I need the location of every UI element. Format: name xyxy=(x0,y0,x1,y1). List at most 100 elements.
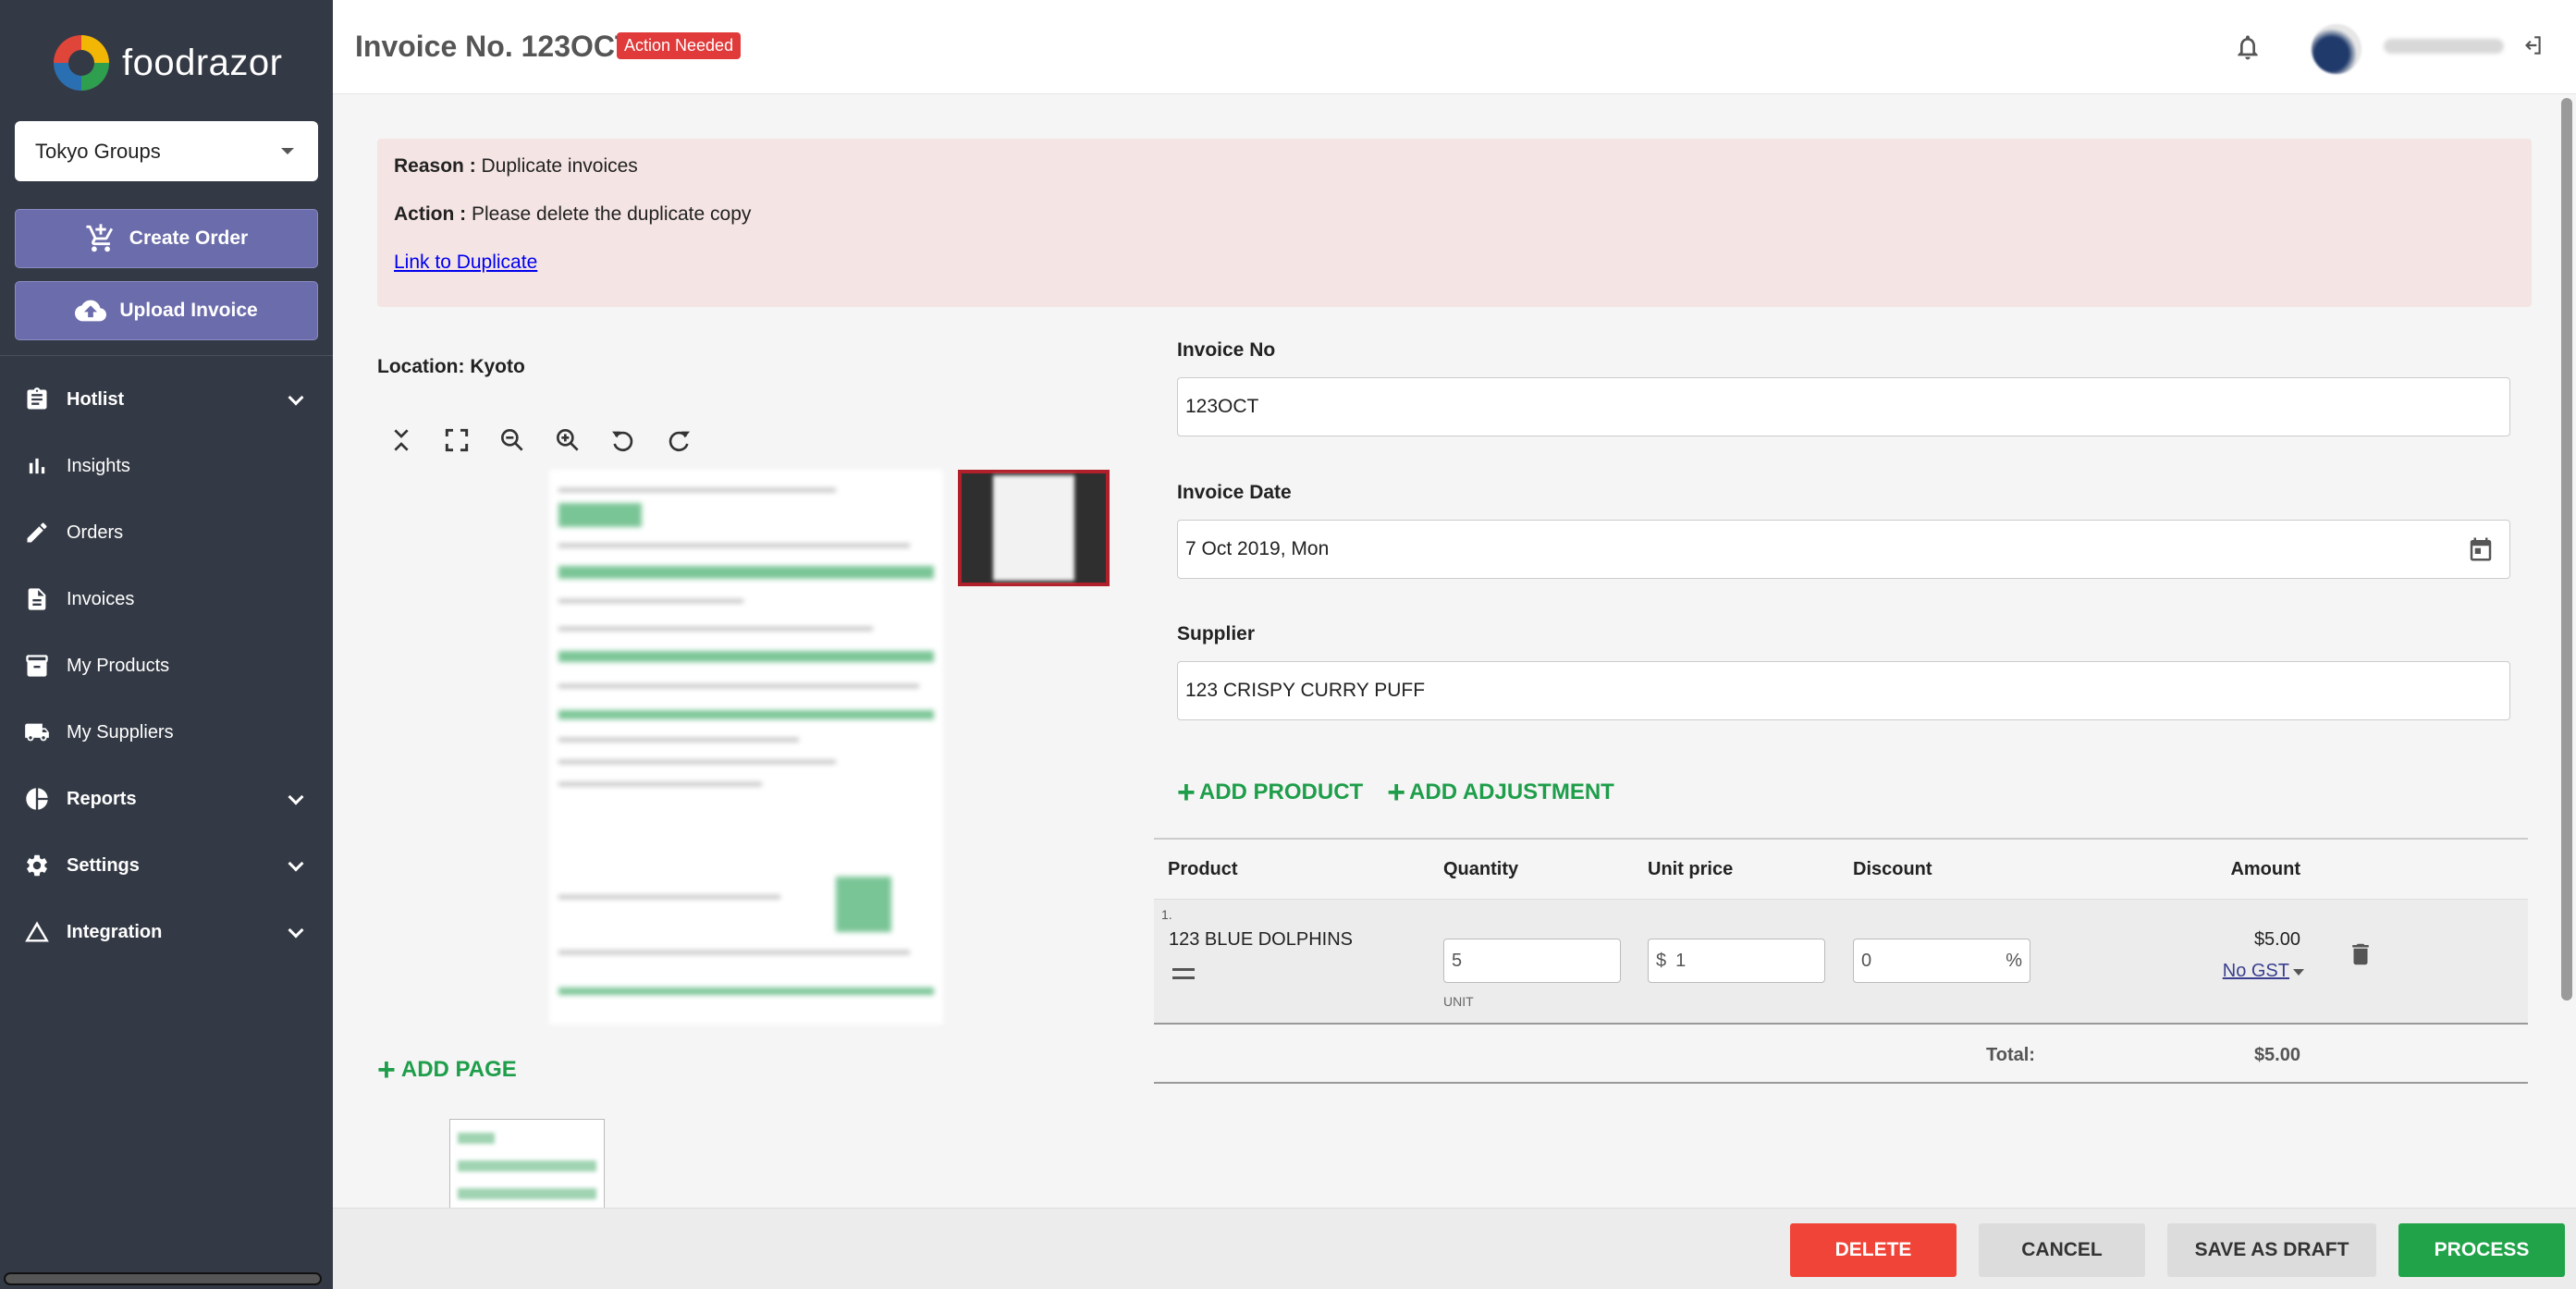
preview-block xyxy=(558,566,934,579)
main-vertical-scrollbar[interactable] xyxy=(2561,98,2572,1001)
calendar-icon[interactable] xyxy=(2467,535,2495,563)
sidebar-horizontal-scrollbar[interactable] xyxy=(4,1272,322,1285)
sidebar-item-invoices[interactable]: Invoices xyxy=(0,566,333,632)
sidebar-item-my-suppliers[interactable]: My Suppliers xyxy=(0,699,333,766)
tax-select[interactable]: No GST xyxy=(2223,961,2289,982)
brand-logo[interactable]: foodrazor xyxy=(54,33,282,92)
column-header-quantity: Quantity xyxy=(1443,858,1519,879)
sidebar-item-label: My Products xyxy=(67,655,170,676)
viewer-toolbar xyxy=(386,425,693,455)
plus-icon: + xyxy=(1387,775,1406,810)
rotate-right-icon[interactable] xyxy=(664,425,693,455)
thumbnail-page xyxy=(993,475,1074,581)
sidebar-divider xyxy=(0,355,333,356)
logout-icon[interactable] xyxy=(2521,33,2545,57)
quantity-unit: UNIT xyxy=(1443,994,1474,1009)
sidebar-item-label: Insights xyxy=(67,455,130,476)
discount-value: 0 xyxy=(1861,950,1872,971)
sidebar-item-label: Settings xyxy=(67,854,140,876)
process-button[interactable]: PROCESS xyxy=(2398,1223,2565,1277)
sidebar-item-label: Orders xyxy=(67,522,124,543)
add-product-button[interactable]: + ADD PRODUCT xyxy=(1177,777,1363,808)
zoom-out-icon[interactable] xyxy=(497,425,527,455)
alert-action-label: Action : xyxy=(394,203,467,225)
currency-symbol: $ xyxy=(1656,950,1667,971)
line-amount: $5.00 xyxy=(2253,929,2300,950)
zoom-in-icon[interactable] xyxy=(553,425,583,455)
column-header-discount: Discount xyxy=(1853,858,1932,879)
save-as-draft-button[interactable]: SAVE AS DRAFT xyxy=(2167,1223,2376,1277)
page-thumbnail-selected[interactable] xyxy=(958,470,1110,586)
preview-line xyxy=(558,738,799,742)
link-to-duplicate[interactable]: Link to Duplicate xyxy=(394,252,537,273)
invoice-no-label: Invoice No xyxy=(1177,339,1276,361)
invoice-date-input[interactable]: 7 Oct 2019, Mon xyxy=(1177,520,2510,579)
caret-down-icon xyxy=(2293,969,2304,976)
collapse-icon[interactable] xyxy=(386,425,416,455)
invoice-no-input[interactable]: 123OCT xyxy=(1177,377,2510,436)
action-bar: DELETE CANCEL SAVE AS DRAFT PROCESS xyxy=(333,1208,2576,1289)
preview-block xyxy=(558,710,934,719)
product-name: 123 BLUE DOLPHINS xyxy=(1169,929,1353,950)
gear-icon xyxy=(27,854,47,877)
create-order-button[interactable]: Create Order xyxy=(15,209,318,268)
invoice-document-preview[interactable] xyxy=(549,470,943,1025)
alert-reason-text: Duplicate invoices xyxy=(481,155,638,177)
add-page-label: ADD PAGE xyxy=(400,1057,517,1082)
sidebar-item-label: Invoices xyxy=(67,588,135,609)
column-header-unit-price: Unit price xyxy=(1648,858,1734,879)
invoice-date-value: 7 Oct 2019, Mon xyxy=(1185,538,1330,559)
thumbnail-block xyxy=(458,1133,495,1144)
plus-icon: + xyxy=(1177,775,1196,810)
trash-icon[interactable] xyxy=(2347,939,2374,970)
table-header: Product Quantity Unit price Discount Amo… xyxy=(1154,838,2528,899)
drag-handle-icon[interactable] xyxy=(1172,968,1195,979)
organization-select[interactable]: Tokyo Groups xyxy=(15,121,318,181)
preview-block xyxy=(836,877,891,932)
quantity-input[interactable]: 5 xyxy=(1443,939,1621,983)
total-row: Total: $5.00 xyxy=(1154,1025,2528,1084)
unit-price-value: 1 xyxy=(1675,950,1687,971)
chevron-down-icon xyxy=(288,922,304,939)
chevron-down-icon xyxy=(288,855,304,872)
page-thumbnail[interactable] xyxy=(449,1119,605,1211)
sidebar-item-integration[interactable]: Integration xyxy=(0,899,333,965)
upload-invoice-button[interactable]: Upload Invoice xyxy=(15,281,318,340)
rotate-left-icon[interactable] xyxy=(608,425,638,455)
preview-line xyxy=(558,599,743,603)
sidebar-item-orders[interactable]: Orders xyxy=(0,499,333,566)
sidebar-item-settings[interactable]: Settings xyxy=(0,832,333,899)
preview-line xyxy=(558,627,873,631)
fullscreen-icon[interactable] xyxy=(442,425,472,455)
sidebar-item-label: Reports xyxy=(67,788,137,809)
sidebar-item-my-products[interactable]: My Products xyxy=(0,632,333,699)
thumbnail-block xyxy=(458,1188,596,1199)
total-label: Total: xyxy=(1986,1045,2035,1065)
column-header-product: Product xyxy=(1168,858,1238,879)
unit-price-input[interactable]: $ 1 xyxy=(1648,939,1825,983)
triangle-icon xyxy=(25,921,49,942)
avatar[interactable] xyxy=(2312,24,2361,74)
supplier-input[interactable]: 123 CRISPY CURRY PUFF xyxy=(1177,661,2510,720)
bell-icon[interactable] xyxy=(2233,31,2263,63)
sidebar-item-hotlist[interactable]: Hotlist xyxy=(0,366,333,433)
discount-input[interactable]: 0 % xyxy=(1853,939,2030,983)
thumbnail-block xyxy=(458,1160,596,1172)
create-order-label: Create Order xyxy=(129,227,249,249)
sidebar: foodrazor Tokyo Groups Create Order Uplo… xyxy=(0,0,333,1289)
delete-button[interactable]: DELETE xyxy=(1790,1223,1957,1277)
preview-line xyxy=(558,895,780,899)
cancel-button[interactable]: CANCEL xyxy=(1979,1223,2145,1277)
add-page-button[interactable]: + ADD PAGE xyxy=(377,1054,517,1086)
upload-invoice-label: Upload Invoice xyxy=(119,300,258,321)
add-adjustment-button[interactable]: + ADD ADJUSTMENT xyxy=(1387,777,1614,808)
sidebar-item-label: My Suppliers xyxy=(67,721,174,743)
sidebar-item-label: Hotlist xyxy=(67,388,125,410)
status-badge: Action Needed xyxy=(617,32,742,59)
duplicate-alert: Reason : Duplicate invoices Action : Ple… xyxy=(377,139,2532,307)
sidebar-item-reports[interactable]: Reports xyxy=(0,766,333,832)
sidebar-item-insights[interactable]: Insights xyxy=(0,433,333,499)
supplier-label: Supplier xyxy=(1177,623,1256,644)
user-name-blurred[interactable] xyxy=(2384,39,2504,54)
alert-reason: Reason : Duplicate invoices xyxy=(394,155,2515,178)
